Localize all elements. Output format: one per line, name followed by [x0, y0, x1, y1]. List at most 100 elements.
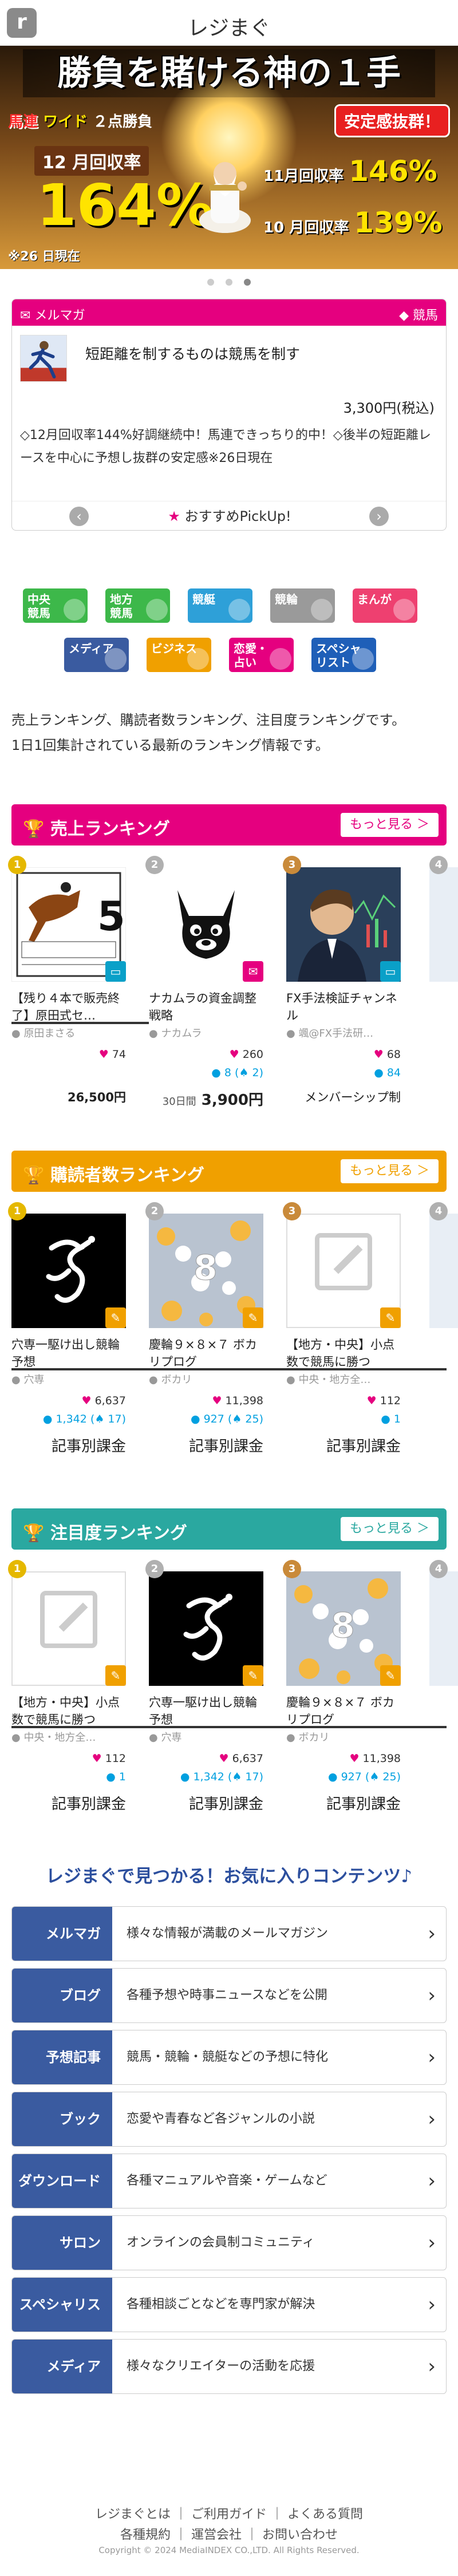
svg-text:8: 8 — [331, 1606, 355, 1646]
footer-link[interactable]: レジまぐとは — [95, 2507, 171, 2522]
footer-link[interactable]: 運営会社 — [191, 2528, 242, 2542]
ranking-item[interactable]: 1 ✎ 【地方・中央】小点数で競馬に勝つ ● 中央・地方全… — [8, 1560, 126, 1755]
hero-oct-value: 139% — [354, 206, 443, 239]
ranking-item[interactable]: 3 ✎ 【地方・中央】小点数で競馬に勝つ ● 中央・地方全… — [283, 1202, 401, 1397]
author-name: 中央・地方全… — [23, 1732, 96, 1744]
author-name: 原田まさる — [23, 1028, 76, 1040]
carousel-dot[interactable] — [207, 279, 214, 286]
more-button[interactable]: もっと見る ＞ — [341, 1159, 439, 1183]
site-title[interactable]: レジまぐ — [0, 11, 458, 41]
rank-badge: 1 — [8, 1202, 26, 1220]
item-title[interactable]: FX手法検証チャンネル — [286, 990, 401, 1024]
category-chuo-keiba[interactable]: 中央 競馬 — [23, 588, 88, 623]
svg-text:8: 8 — [194, 1248, 218, 1288]
ranking-item[interactable]: 3 ▭ FX手法検証チャンネル ● 颯@FX手法研… — [283, 856, 401, 1050]
mailmag-title[interactable]: 短距離を制するものは競馬を制す — [85, 343, 300, 364]
carousel-prev-icon[interactable]: ‹ — [69, 507, 89, 526]
type-badge-icon: ✉ — [243, 961, 263, 982]
ranking-header: 🏆 購読者数ランキング もっと見る ＞ — [11, 1151, 447, 1192]
item-title[interactable]: 【地方・中央】小点数で競馬に勝つ — [286, 1336, 401, 1370]
item-author: ● 穴専 — [149, 1729, 263, 1744]
author-name: 中央・地方全… — [298, 1374, 371, 1386]
favorite-row[interactable]: ブック 恋愛や青春など各ジャンルの小説 › — [11, 2092, 447, 2147]
god-figure-illustration — [199, 162, 251, 233]
price-value: 記事別課金 — [326, 1796, 401, 1813]
carousel-dot-active[interactable] — [244, 279, 251, 286]
hero-banner[interactable]: 勝負を賭ける神の１手 馬連 ワイド ２点勝負 安定感抜群！ 12 月回収率 16… — [0, 46, 458, 269]
scroll-indicator[interactable] — [11, 1022, 149, 1024]
ranking-title: 🏆 購読者数ランキング — [23, 1161, 204, 1186]
ranking-item[interactable]: 1 ✎ 穴専一駆け出し競輪予想 ● 穴専 — [8, 1202, 126, 1397]
hero-nov: 11月回収率 146% — [263, 155, 437, 188]
item-title[interactable]: ナカムラの資金調整戦略 — [149, 990, 263, 1024]
user-icon: ● — [149, 1732, 161, 1744]
featured-mailmag-card[interactable]: ✉ メルマガ ◆ 競馬 短距離を制するものは競馬を制す 3,300円(税込) ◇… — [11, 299, 447, 531]
favorite-row[interactable]: スペシャリスト各種相談ごとなどを専門家が解決 › — [11, 2277, 447, 2332]
item-title[interactable]: 慶輪９×８×７ ボカリプログ — [286, 1694, 401, 1728]
favorite-row[interactable]: メディア 様々なクリエイターの活動を応援 › — [11, 2339, 447, 2394]
footer-link[interactable]: ご利用ガイド — [191, 2507, 267, 2522]
footer-link[interactable]: お問い合わせ — [262, 2528, 338, 2542]
chevron-right-icon: › — [428, 2046, 436, 2069]
comments-value: 1,342 — [193, 1771, 224, 1783]
favorite-row[interactable]: ブログ 各種予想や時事ニュースなどを公開 › — [11, 1968, 447, 2023]
hero-sub-tail: ２点勝負 — [93, 113, 153, 131]
footer-link[interactable]: よくある質問 — [287, 2507, 363, 2522]
favorite-row-label: 予想記事 — [12, 2030, 112, 2084]
ranking-item-peek[interactable]: 4 — [424, 856, 458, 1050]
category-chiho-keiba[interactable]: 地方 競馬 — [105, 588, 170, 623]
more-button[interactable]: もっと見る ＞ — [341, 813, 439, 837]
ranking-item[interactable]: 2 8 ✎ 慶輪９×８×７ ボカリプログ ● ボカリ — [145, 1202, 263, 1397]
comment-count: ● 1 — [11, 1771, 126, 1783]
carousel-next-icon[interactable]: › — [369, 507, 389, 526]
ranking-item[interactable]: 1 5 ▭ 【残り４本で販売終了】原田式セ… ● 原田まさる — [8, 856, 126, 1050]
like-count: ♥ 11,398 — [286, 1752, 401, 1765]
fav-icon: ♠ — [94, 1413, 108, 1425]
favorite-row-desc: 各種相談ごとなどを専門家が解決 — [127, 2297, 315, 2312]
category-kyotei[interactable]: 競艇 — [188, 588, 252, 623]
type-badge-icon: ▭ — [380, 961, 401, 982]
ranking-item-peek[interactable]: 4 — [424, 1202, 458, 1397]
heart-icon: ♥ — [373, 1048, 387, 1061]
item-price: 記事別課金 — [149, 1792, 263, 1814]
ranking-title-text: 購読者数ランキング — [50, 1165, 204, 1186]
mailmag-price: 3,300円(税込) — [343, 400, 435, 416]
rank-badge: 2 — [145, 1560, 164, 1578]
item-title[interactable]: 穴専一駆け出し競輪予想 — [11, 1336, 126, 1370]
category-keirin[interactable]: 競輪 — [270, 588, 335, 623]
more-button[interactable]: もっと見る ＞ — [341, 1517, 439, 1541]
fav-value: 17 — [108, 1413, 122, 1425]
item-title[interactable]: 穴専一駆け出し競輪予想 — [149, 1694, 263, 1728]
ranking-item[interactable]: 3 8 ✎ 慶輪９×８×７ ボカリプログ ● ボカリ — [283, 1560, 401, 1755]
user-icon: ● — [11, 1732, 24, 1744]
footer-link[interactable]: 各種規約 — [120, 2528, 171, 2542]
scroll-indicator[interactable] — [11, 1726, 447, 1728]
comments-value: 927 — [203, 1413, 224, 1425]
price-value: 記事別課金 — [51, 1796, 126, 1813]
category-manga[interactable]: まんが — [353, 588, 417, 623]
likes-value: 6,637 — [94, 1394, 126, 1407]
heart-icon: ♥ — [229, 1048, 243, 1061]
item-title[interactable]: 慶輪９×８×７ ボカリプログ — [149, 1336, 263, 1370]
favorite-row[interactable]: サロン オンラインの会員制コミュニティ › — [11, 2215, 447, 2270]
item-title[interactable]: 【地方・中央】小点数で競馬に勝つ — [11, 1694, 126, 1728]
category-media[interactable]: メディア — [64, 638, 129, 672]
favorite-row[interactable]: ダウンロード 各種マニュアルや音楽・ゲームなど › — [11, 2154, 447, 2208]
type-badge-icon: ✎ — [105, 1665, 126, 1686]
category-specialist[interactable]: スペシャ リスト — [311, 638, 376, 672]
favorite-row[interactable]: 予想記事 競馬・競輪・競艇などの予想に特化 › — [11, 2030, 447, 2085]
carousel-dot[interactable] — [226, 279, 232, 286]
type-badge-icon: ✎ — [243, 1665, 263, 1686]
category-business[interactable]: ビジネス — [147, 638, 211, 672]
item-title[interactable]: 【残り４本で販売終了】原田式セ… — [11, 990, 126, 1024]
heart-icon: ♥ — [98, 1048, 112, 1061]
scroll-indicator[interactable] — [11, 1368, 447, 1370]
favorite-row[interactable]: メルマガ 様々な情報が満載のメールマガジン › — [11, 1906, 447, 1961]
placeholder-edit-icon — [40, 1591, 97, 1648]
ranking-item[interactable]: 2 ✉ ナカムラの資金調整戦略 ● ナカムラ — [145, 856, 263, 1050]
ranking-item[interactable]: 2 ✎ 穴専一駆け出し競輪予想 ● 穴専 — [145, 1560, 263, 1755]
graduation-icon — [352, 648, 374, 670]
category-love-fortune[interactable]: 恋愛・ 占い — [229, 638, 294, 672]
ranking-item-peek[interactable]: 4 — [424, 1560, 458, 1755]
item-author: ● 穴専 — [11, 1372, 126, 1386]
